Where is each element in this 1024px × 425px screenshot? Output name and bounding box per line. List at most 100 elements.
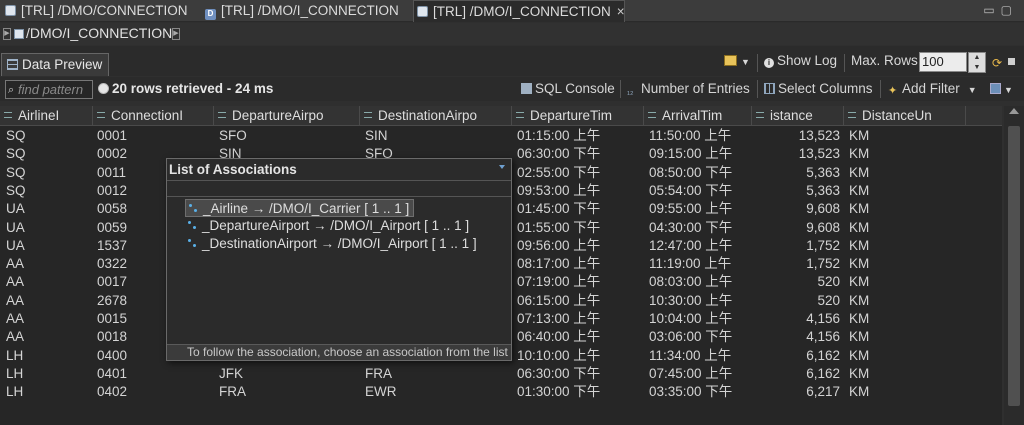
editor-tab-i-connection-preview[interactable]: [TRL] /DMO/I_CONNECTION × [413, 0, 625, 22]
max-rows-spinner[interactable]: ▲ ▼ [968, 52, 986, 73]
popup-menu-icon[interactable] [499, 165, 505, 169]
minimize-view-icon[interactable] [1008, 58, 1015, 65]
table-cell: 06:30:00 下午 [517, 146, 601, 162]
column-header-distance-unit[interactable]: DistanceUn [844, 106, 966, 126]
table-cell: 09:56:00 上午 [517, 237, 601, 253]
ddl-source-icon: D [205, 9, 216, 20]
number-of-entries-button[interactable]: ₁₂ Number of Entries [627, 81, 750, 97]
column-header-connection[interactable]: ConnectionI [93, 106, 214, 126]
breadcrumb-right-arrow-icon[interactable]: ▶ [172, 28, 180, 40]
breadcrumb-label[interactable]: /DMO/I_CONNECTION [26, 25, 172, 41]
table-cell: KM [849, 146, 870, 162]
table-cell: 5,363 [806, 164, 840, 180]
view-menu-button[interactable]: ▼ [724, 53, 750, 68]
find-pattern-input[interactable]: ⌕ find pattern [5, 80, 93, 99]
refresh-icon[interactable]: ⟳ [992, 56, 1002, 70]
export-icon [990, 83, 1001, 94]
window-controls[interactable]: ▭▢ [983, 3, 1018, 17]
breadcrumb-left-arrow-icon[interactable]: ▶ [3, 28, 11, 40]
table-cell: 06:15:00 上午 [517, 292, 601, 308]
table-row[interactable]: LH 0401 JFK FRA 06:30:00 下午 07:45:00 上午 6,162 K… [0, 365, 1002, 383]
popup-divider [167, 196, 511, 197]
table-cell: 05:54:00 下午 [649, 182, 733, 198]
table-cell: KM [849, 219, 870, 235]
table-cell: KM [849, 292, 870, 308]
association-item-destination-airport[interactable]: _DestinationAirport → /DMO/I_Airport [ 1… [185, 235, 481, 253]
view-header: Data Preview ▼ i Show Log Max. Rows: ⟳ [0, 46, 1024, 76]
table-cell: 01:45:00 下午 [517, 201, 601, 217]
spin-down-icon[interactable]: ▼ [969, 63, 985, 73]
table-cell: 4,156 [806, 329, 840, 345]
scroll-up-icon[interactable] [1009, 108, 1019, 114]
chevron-down-icon[interactable]: ▼ [968, 85, 977, 95]
column-header-arrival-time[interactable]: ArrivalTim [644, 106, 752, 126]
column-header-distance[interactable]: istance [752, 106, 844, 126]
select-columns-button[interactable]: Select Columns [764, 81, 873, 96]
table-cell: JFK [219, 365, 244, 381]
chevron-down-icon: ▼ [1004, 85, 1013, 95]
table-row[interactable]: LH 0402 FRA EWR 01:30:00 下午 03:35:00 下午 6,217 K… [0, 383, 1002, 401]
table-cell: EWR [365, 384, 397, 400]
table-cell: 09:15:00 上午 [649, 146, 733, 162]
table-cell: AA [6, 329, 25, 345]
table-cell: 0402 [97, 384, 128, 400]
table-cell: 01:30:00 下午 [517, 384, 601, 400]
grid-header: AirlineI ConnectionI DepartureAirpo Dest… [0, 106, 1002, 126]
table-cell: KM [849, 164, 870, 180]
table-cell: SQ [6, 164, 26, 180]
table-cell: 11:19:00 上午 [649, 256, 732, 272]
column-icon [364, 112, 372, 118]
editor-tab-bar: [TRL] /DMO/CONNECTION D [TRL] /DMO/I_CONN… [0, 0, 1024, 22]
popup-footer-hint: To follow the association, choose an ass… [167, 344, 511, 360]
add-filter-button[interactable]: ✦ Add Filter ▼ [888, 81, 977, 97]
table-icon [5, 5, 16, 16]
table-cell: UA [6, 219, 25, 235]
sql-console-button[interactable]: SQL Console [521, 81, 615, 96]
close-icon[interactable]: × [617, 4, 625, 19]
table-cell: 10:04:00 上午 [649, 311, 733, 326]
column-header-departure-time[interactable]: DepartureTim [512, 106, 644, 126]
table-cell: LH [6, 365, 24, 381]
table-cell: 1,752 [806, 237, 840, 253]
table-cell: 11:34:00 上午 [649, 347, 732, 363]
grid-icon [7, 59, 18, 70]
table-cell: 06:40:00 上午 [517, 329, 601, 345]
scrollbar-thumb[interactable] [1008, 126, 1020, 406]
association-icon [189, 204, 199, 214]
table-cell: 520 [817, 274, 840, 290]
table-cell: 13,523 [798, 128, 840, 143]
table-cell: 13,523 [798, 146, 840, 162]
row-status: 20 rows retrieved - 24 ms [98, 81, 273, 96]
column-header-destination-airport[interactable]: DestinationAirpo [360, 106, 512, 126]
association-item-departure-airport[interactable]: _DepartureAirport → /DMO/I_Airport [ 1 .… [185, 217, 473, 235]
table-cell: 06:30:00 下午 [517, 365, 601, 381]
clock-icon [516, 112, 524, 118]
show-log-button[interactable]: i Show Log [764, 53, 837, 68]
toolbar-divider [757, 54, 758, 72]
table-cell: 03:35:00 下午 [649, 384, 733, 400]
table-row[interactable]: SQ 0001 SFO SIN 01:15:00 上午 11:50:00 上午 13,523… [0, 127, 1002, 145]
table-cell: 6,162 [806, 365, 840, 381]
table-cell: LH [6, 347, 24, 363]
max-rows-input[interactable]: 100 [919, 52, 967, 72]
table-cell: KM [849, 311, 870, 326]
table-cell: 9,608 [806, 201, 840, 217]
table-cell: 08:03:00 上午 [649, 274, 733, 290]
column-header-airline[interactable]: AirlineI [0, 106, 93, 126]
association-item-airline[interactable]: _Airline → /DMO/I_Carrier [ 1 .. 1 ] [185, 199, 415, 217]
editor-tab-i-connection-ddl[interactable]: D [TRL] /DMO/I_CONNECTION [202, 0, 399, 22]
chevron-down-icon: ▼ [741, 57, 750, 67]
max-rows-label: Max. Rows: [851, 53, 922, 68]
table-cell: KM [849, 182, 870, 198]
editor-tab-connection[interactable]: [TRL] /DMO/CONNECTION [2, 0, 188, 22]
table-cell: 4,156 [806, 311, 840, 326]
tab-data-preview[interactable]: Data Preview [1, 53, 110, 76]
column-header-departure-airport[interactable]: DepartureAirpo [214, 106, 360, 126]
spin-up-icon[interactable]: ▲ [969, 53, 985, 63]
columns-icon [764, 83, 775, 94]
export-button[interactable]: ▼ [990, 81, 1013, 96]
vertical-scrollbar[interactable] [1004, 106, 1024, 425]
sql-console-icon [521, 83, 532, 94]
popup-title: List of Associations [169, 162, 297, 177]
table-cell: 6,162 [806, 347, 840, 363]
